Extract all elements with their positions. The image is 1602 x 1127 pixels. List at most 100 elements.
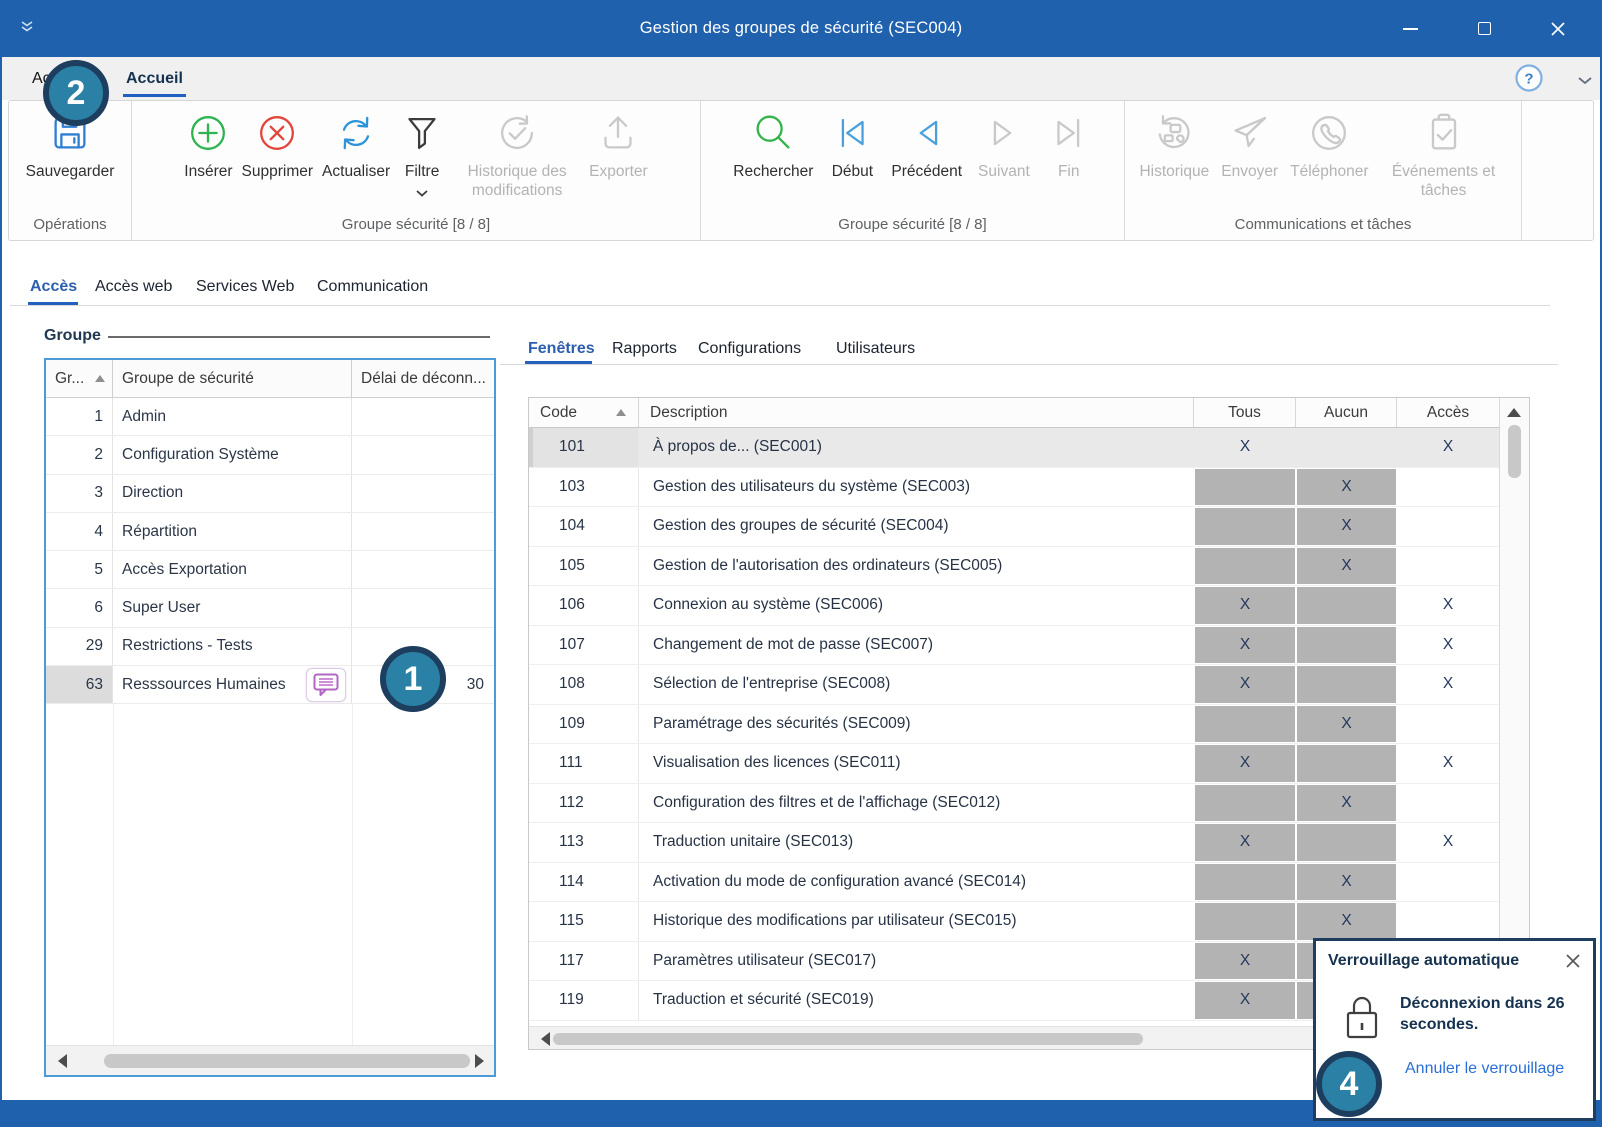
page-tab-acces-web[interactable]: Accès web (95, 274, 172, 300)
tous-cell[interactable]: X (1194, 626, 1296, 665)
group-row[interactable]: 5Accès Exportation (46, 551, 494, 589)
detail-tab-rapports[interactable]: Rapports (612, 338, 677, 360)
tous-cell[interactable]: X (1194, 981, 1296, 1020)
acces-cell[interactable] (1397, 784, 1499, 823)
page-tab-services-web[interactable]: Services Web (196, 274, 294, 300)
acces-cell[interactable] (1397, 507, 1499, 546)
help-icon[interactable]: ? (1513, 62, 1545, 94)
column-header-gr[interactable]: Gr... (46, 360, 113, 397)
detail-tab-configurations[interactable]: Configurations (698, 338, 801, 360)
column-header-description[interactable]: Description (639, 398, 1194, 427)
aucun-cell[interactable]: X (1296, 863, 1397, 902)
window-access-row[interactable]: 106Connexion au système (SEC006)XX (529, 586, 1499, 626)
delete-button[interactable]: Supprimer (242, 110, 314, 181)
window-access-row[interactable]: 107Changement de mot de passe (SEC007)XX (529, 626, 1499, 666)
scrollbar-thumb[interactable] (104, 1054, 470, 1068)
comment-icon[interactable] (306, 668, 346, 702)
column-header-acces[interactable]: Accès (1397, 398, 1499, 427)
tous-cell[interactable] (1194, 902, 1296, 941)
window-access-row[interactable]: 112Configuration des filtres et de l'aff… (529, 784, 1499, 824)
detail-tab-fenetres[interactable]: Fenêtres (528, 338, 595, 360)
window-access-row[interactable]: 113Traduction unitaire (SEC013)XX (529, 823, 1499, 863)
scroll-right-button[interactable] (475, 1054, 484, 1068)
refresh-button[interactable]: Actualiser (322, 110, 390, 181)
column-header-delai[interactable]: Délai de déconn... (352, 360, 494, 397)
insert-button[interactable]: Insérer (184, 110, 232, 181)
aucun-cell[interactable] (1296, 586, 1397, 625)
cancel-lock-link[interactable]: Annuler le verrouillage (1405, 1060, 1564, 1078)
column-header-aucun[interactable]: Aucun (1296, 398, 1397, 427)
scroll-left-button[interactable] (58, 1054, 67, 1068)
group-row[interactable]: 6Super User (46, 589, 494, 627)
aucun-cell[interactable]: X (1296, 468, 1397, 507)
column-header-groupe-de-securite[interactable]: Groupe de sécurité (113, 360, 352, 397)
tous-cell[interactable]: X (1194, 665, 1296, 704)
tous-cell[interactable] (1194, 784, 1296, 823)
aucun-cell[interactable] (1296, 823, 1397, 862)
acces-cell[interactable] (1397, 468, 1499, 507)
search-button[interactable]: Rechercher (733, 110, 813, 181)
scroll-up-button[interactable] (1507, 408, 1521, 417)
acces-cell[interactable] (1397, 863, 1499, 902)
aucun-cell[interactable]: X (1296, 507, 1397, 546)
tous-cell[interactable] (1194, 547, 1296, 586)
window-access-row[interactable]: 104Gestion des groupes de sécurité (SEC0… (529, 507, 1499, 547)
previous-record-button[interactable]: Précédent (891, 110, 962, 181)
column-header-code[interactable]: Code (529, 398, 639, 427)
window-access-row[interactable]: 115Historique des modifications par util… (529, 902, 1499, 942)
tous-cell[interactable] (1194, 705, 1296, 744)
acces-cell[interactable]: X (1397, 626, 1499, 665)
acces-cell[interactable]: X (1397, 665, 1499, 704)
acces-cell[interactable]: X (1397, 586, 1499, 625)
tous-cell[interactable]: X (1194, 942, 1296, 981)
group-row[interactable]: 3Direction (46, 475, 494, 513)
tous-cell[interactable]: X (1194, 823, 1296, 862)
tous-cell[interactable] (1194, 468, 1296, 507)
group-row[interactable]: 1Admin (46, 398, 494, 436)
window-access-row[interactable]: 105Gestion de l'autorisation des ordinat… (529, 547, 1499, 587)
aucun-cell[interactable]: X (1296, 705, 1397, 744)
first-record-button[interactable]: Début (829, 110, 875, 181)
aucun-cell[interactable]: X (1296, 547, 1397, 586)
tous-cell[interactable] (1194, 507, 1296, 546)
page-tab-communication[interactable]: Communication (317, 274, 428, 300)
acces-cell[interactable]: X (1397, 428, 1499, 467)
window-minimize-button[interactable] (1387, 0, 1433, 57)
window-maximize-button[interactable] (1461, 0, 1507, 57)
scrollbar-thumb[interactable] (1508, 425, 1521, 478)
window-close-button[interactable] (1535, 0, 1581, 57)
acces-cell[interactable] (1397, 902, 1499, 941)
scrollbar-thumb[interactable] (553, 1033, 1143, 1045)
h-scrollbar[interactable] (46, 1045, 494, 1075)
group-row[interactable]: 2Configuration Système (46, 436, 494, 474)
aucun-cell[interactable] (1296, 626, 1397, 665)
detail-tab-utilisateurs[interactable]: Utilisateurs (836, 338, 915, 360)
acces-cell[interactable] (1397, 705, 1499, 744)
tous-cell[interactable]: X (1194, 586, 1296, 625)
aucun-cell[interactable]: X (1296, 784, 1397, 823)
scroll-left-button[interactable] (541, 1032, 550, 1046)
window-access-row[interactable]: 103Gestion des utilisateurs du système (… (529, 468, 1499, 508)
aucun-cell[interactable] (1296, 665, 1397, 704)
aucun-cell[interactable] (1296, 744, 1397, 783)
tous-cell[interactable]: X (1194, 428, 1296, 467)
acces-cell[interactable] (1397, 547, 1499, 586)
acces-cell[interactable]: X (1397, 744, 1499, 783)
window-access-row[interactable]: 108Sélection de l'entreprise (SEC008)XX (529, 665, 1499, 705)
column-header-tous[interactable]: Tous (1194, 398, 1296, 427)
window-access-row[interactable]: 101À propos de... (SEC001)XX (529, 428, 1499, 468)
page-tab-acces[interactable]: Accès (30, 274, 77, 300)
collapse-ribbon-chevron-icon[interactable] (1577, 73, 1593, 91)
window-access-row[interactable]: 109Paramétrage des sécurités (SEC009)X (529, 705, 1499, 745)
tab-accueil[interactable]: Accueil (126, 57, 183, 100)
tous-cell[interactable]: X (1194, 744, 1296, 783)
window-access-row[interactable]: 111Visualisation des licences (SEC011)XX (529, 744, 1499, 784)
close-icon[interactable] (1564, 952, 1582, 970)
group-row[interactable]: 4Répartition (46, 513, 494, 551)
window-access-row[interactable]: 114Activation du mode de configuration a… (529, 863, 1499, 903)
aucun-cell[interactable]: X (1296, 902, 1397, 941)
acces-cell[interactable]: X (1397, 823, 1499, 862)
tous-cell[interactable] (1194, 863, 1296, 902)
filter-button[interactable]: Filtre (399, 110, 445, 202)
aucun-cell[interactable] (1296, 428, 1397, 467)
